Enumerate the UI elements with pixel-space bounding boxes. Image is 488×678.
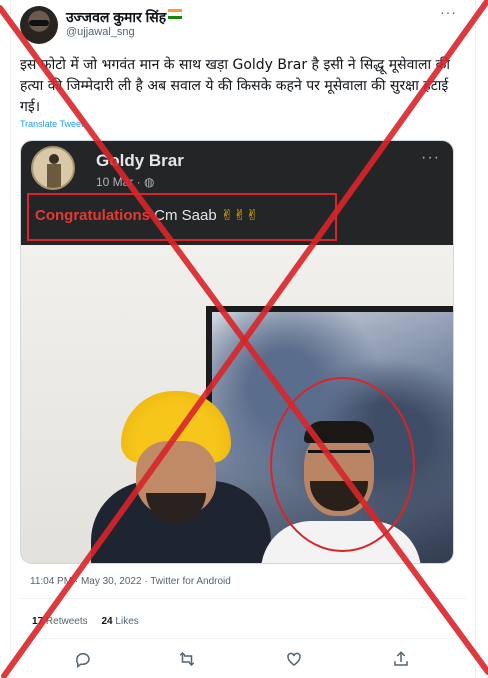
user-handle[interactable]: @ujjawal_sng (66, 26, 135, 38)
globe-icon: ◍ (144, 175, 155, 189)
likes-label[interactable]: Likes (115, 616, 138, 627)
translate-tweet-link[interactable]: Translate Tweet (20, 119, 84, 129)
retweet-icon[interactable] (178, 650, 196, 668)
share-icon[interactable] (392, 650, 410, 668)
embedded-post-header: Goldy Brar 10 Mar · ◍ ··· Congratulation… (21, 141, 453, 245)
tweet-media[interactable]: Goldy Brar 10 Mar · ◍ ··· Congratulation… (20, 140, 454, 564)
india-flag-icon (168, 9, 182, 19)
tweet-text: इस फोटो में जो भगवंत मान के साथ खड़ा Gol… (20, 57, 450, 115)
highlight-circle (270, 377, 415, 552)
embedded-post-date: 10 Mar · ◍ (96, 175, 155, 189)
display-name[interactable]: उज्जवल कुमार सिंह (66, 8, 166, 27)
embedded-post-avatar (31, 146, 75, 190)
user-avatar[interactable] (20, 6, 58, 44)
like-icon[interactable] (285, 650, 303, 668)
highlight-box (27, 193, 337, 241)
divider (20, 598, 466, 599)
embedded-post-date-text: 10 Mar · (96, 175, 145, 189)
tweet-timestamp[interactable]: 11:04 PM · May 30, 2022 · Twitter for An… (30, 576, 231, 587)
more-options-icon[interactable]: ··· (440, 4, 457, 20)
retweets-label[interactable]: Retweets (46, 616, 88, 627)
retweets-count[interactable]: 17 (32, 616, 43, 627)
embedded-more-icon: ··· (421, 149, 440, 166)
divider (20, 638, 466, 639)
tweet-stats: 17 Retweets 24 Likes (32, 616, 139, 627)
reply-icon[interactable] (74, 650, 92, 668)
likes-count[interactable]: 24 (102, 616, 113, 627)
embedded-post-name: Goldy Brar (96, 151, 184, 170)
